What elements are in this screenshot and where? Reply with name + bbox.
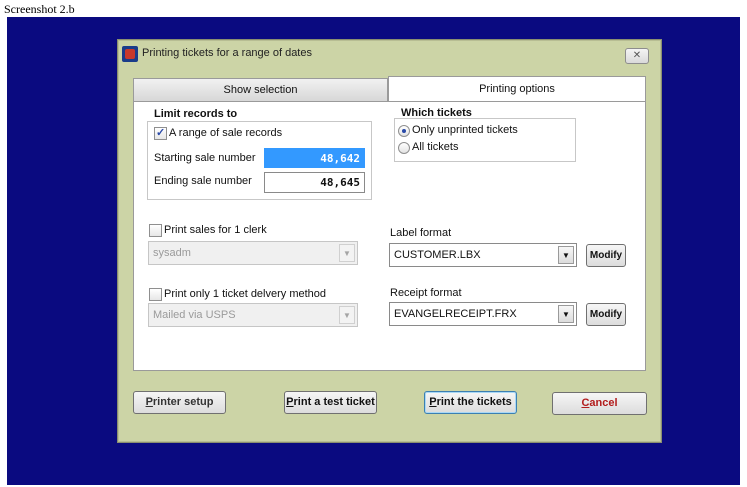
range-checkbox-label: A range of sale records — [169, 127, 283, 139]
ending-sale-label: Ending sale number — [154, 175, 252, 187]
limit-records-heading: Limit records to — [154, 108, 238, 120]
clerk-select[interactable]: sysadm ▼ — [148, 241, 358, 265]
delivery-checkbox[interactable] — [149, 288, 162, 301]
label-format-modify-button[interactable]: Modify — [586, 244, 626, 267]
print-test-ticket-button[interactable]: Print a test ticket — [284, 391, 377, 414]
dialog-window: Printing tickets for a range of dates ✕ … — [117, 39, 662, 443]
starting-sale-label: Starting sale number — [154, 152, 256, 164]
chevron-down-icon: ▼ — [558, 246, 574, 264]
app-icon — [122, 46, 138, 62]
print-tickets-button[interactable]: Print the tickets — [424, 391, 517, 414]
delivery-select-value: Mailed via USPS — [153, 309, 236, 321]
window-title: Printing tickets for a range of dates — [142, 47, 312, 59]
starting-sale-input[interactable]: 48,642 — [264, 148, 365, 168]
screenshot-caption: Screenshot 2.b — [4, 2, 75, 16]
cancel-button[interactable]: Cancel — [552, 392, 647, 415]
label-format-label: Label format — [390, 227, 452, 239]
title-bar: Printing tickets for a range of dates ✕ — [118, 40, 661, 68]
close-icon: ✕ — [632, 50, 642, 61]
ending-sale-input[interactable]: 48,645 — [264, 172, 365, 193]
receipt-format-label: Receipt format — [390, 287, 462, 299]
delivery-select[interactable]: Mailed via USPS ▼ — [148, 303, 358, 327]
chevron-down-icon: ▼ — [558, 305, 574, 323]
radio-all-tickets-label: All tickets — [412, 141, 459, 153]
delivery-checkbox-label: Print only 1 ticket delvery method — [164, 288, 327, 300]
radio-only-unprinted-label: Only unprinted tickets — [412, 124, 518, 136]
tab-printing-options[interactable]: Printing options — [388, 76, 646, 103]
chevron-down-icon: ▼ — [339, 244, 355, 262]
chevron-down-icon: ▼ — [339, 306, 355, 324]
receipt-format-modify-button[interactable]: Modify — [586, 303, 626, 326]
radio-all-tickets[interactable] — [398, 142, 410, 154]
clerk-select-value: sysadm — [153, 247, 191, 259]
close-button[interactable]: ✕ — [625, 48, 649, 64]
tab-show-selection[interactable]: Show selection — [133, 78, 388, 103]
clerk-checkbox[interactable] — [149, 224, 162, 237]
clerk-checkbox-label: Print sales for 1 clerk — [164, 224, 267, 236]
range-checkbox[interactable] — [154, 126, 167, 140]
receipt-format-select[interactable]: EVANGELRECEIPT.FRX ▼ — [389, 302, 577, 326]
label-format-value: CUSTOMER.LBX — [394, 249, 481, 261]
receipt-format-value: EVANGELRECEIPT.FRX — [394, 308, 517, 320]
printing-options-panel: Limit records to A range of sale records… — [133, 101, 646, 371]
label-format-select[interactable]: CUSTOMER.LBX ▼ — [389, 243, 577, 267]
printer-setup-button[interactable]: Printer setup — [133, 391, 226, 414]
radio-only-unprinted[interactable] — [398, 125, 410, 137]
